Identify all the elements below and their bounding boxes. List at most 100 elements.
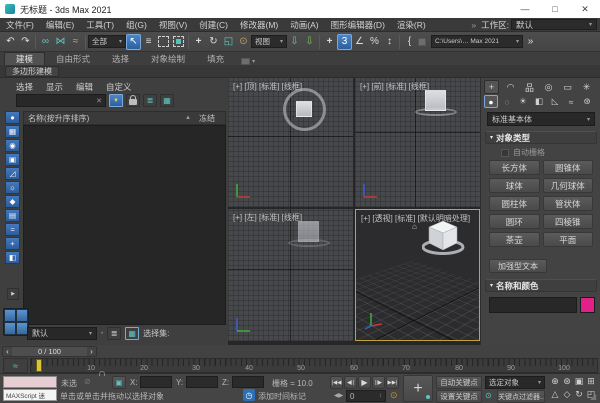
menu-rendering[interactable]: 渲染(R) [391,19,432,31]
explorer-filter-icon[interactable]: ≈ [5,223,20,236]
text-plus-button[interactable]: 加强型文本 [489,259,547,273]
tab-display-icon[interactable]: ▭ [560,80,575,94]
current-frame-field[interactable]: 0 ↕ [346,390,386,402]
viewport-left[interactable]: [+] [左] [标准] [线框] [228,209,353,341]
tab-hierarchy-icon[interactable]: 品 [522,80,537,94]
zoom-extents-icon[interactable]: ▣ [573,375,585,387]
time-tag-icon[interactable]: ◷ [243,389,255,401]
select-move-icon[interactable]: + [191,34,206,50]
sphere-button[interactable]: 球体 [489,178,540,193]
menu-edit[interactable]: 编辑(E) [40,19,80,31]
reference-coord-dropdown[interactable]: 视图 ▾ [251,35,287,48]
menu-modifiers[interactable]: 修改器(M) [234,19,284,31]
set-key-button[interactable]: 设置关键点 [436,390,482,403]
autogrid-checkbox[interactable]: 自动栅格 [501,147,545,158]
redo-icon[interactable]: ↷ [18,34,33,50]
viewport-front-label[interactable]: [+] [前] [标准] [线框] [360,81,429,92]
toolbar-overflow-icon[interactable]: » [523,34,538,50]
time-slider[interactable]: ‹ 0 / 100 › [2,346,97,357]
close-button[interactable]: ✕ [570,0,600,18]
set-keys-button[interactable]: + [403,375,433,402]
expand-tree-icon[interactable]: ≣ [143,94,157,107]
explorer-filter-icon[interactable]: + [5,237,20,250]
ribbon-tab-populate[interactable]: 填充 [196,52,235,65]
menu-file[interactable]: 文件(F) [0,19,40,31]
zoom-icon[interactable]: ⊕ [549,375,561,387]
polygon-modeling-panel[interactable]: 多边形建模 [5,66,59,77]
menu-create[interactable]: 创建(C) [193,19,234,31]
subtab-helpers-icon[interactable]: ◺ [548,95,562,108]
explorer-filter-icon[interactable]: ◧ [5,251,20,264]
ribbon-tab-object-paint[interactable]: 对象绘制 [140,52,196,65]
cylinder-button[interactable]: 圆柱体 [489,196,540,211]
snap-toggle-icon[interactable]: 3 [337,34,352,50]
explorer-filter-icon[interactable]: ◉ [5,139,20,152]
select-object-icon[interactable]: ↖ [126,34,141,50]
explorer-object-list[interactable] [23,125,226,325]
ribbon-tab-modeling[interactable]: 建模 [4,52,45,65]
menu-group[interactable]: 组(G) [120,19,153,31]
preset-dropdown[interactable]: 默认 ▾ [27,327,97,340]
pivot-point-icon[interactable]: ⊙ [236,34,251,50]
subtab-geometry-icon[interactable]: ● [484,95,498,108]
menu-animation[interactable]: 动画(A) [284,19,324,31]
subtab-cameras-icon[interactable]: ◧ [532,95,546,108]
object-color-swatch[interactable] [580,297,595,313]
select-place-icon[interactable]: + [322,34,337,50]
next-frame-icon[interactable]: ||▶ [372,376,385,389]
orbit-icon[interactable]: ↻ [573,388,585,400]
time-marker[interactable] [36,359,42,372]
maximize-button[interactable]: □ [540,0,570,18]
unlink-icon[interactable]: ⋈ [53,34,68,50]
rect-selection-region-icon[interactable] [158,36,169,47]
menu-views[interactable]: 视图(V) [153,19,193,31]
select-link-icon[interactable]: ∞ [38,34,53,50]
prev-frame-icon[interactable]: ‹ [3,347,12,356]
explorer-column-header[interactable]: 名称(按升序排序) ▲ 冻结 [23,111,226,125]
explorer-filter-icon[interactable]: ☼ [5,181,20,194]
maxscript-listener-input[interactable]: MAXScript 迷 [3,389,57,401]
object-name-input[interactable] [489,297,577,313]
angle-snap-icon[interactable]: ∠ [352,34,367,50]
torus-button[interactable]: 圆环 [489,214,540,229]
key-mode-icon[interactable]: ⊙ [390,390,398,401]
explorer-menu-display[interactable]: 显示 [46,81,63,93]
plane-button[interactable]: 平面 [543,232,594,247]
key-filter-icon[interactable]: ⊙ [485,391,492,400]
tube-button[interactable]: 管状体 [543,196,594,211]
key-target-dropdown[interactable]: 选定对象 ▾ [485,376,545,389]
collapse-tree-icon[interactable]: ▦ [160,94,174,107]
window-crossing-icon[interactable] [173,36,184,47]
field-of-view-icon[interactable]: △ [549,388,561,400]
object-type-rollout[interactable]: ▾ 对象类型 [485,131,597,144]
selection-filter-dropdown[interactable]: 全部 ▾ [88,35,126,48]
box-button[interactable]: 长方体 [489,160,540,175]
isolate-toggle-icon[interactable]: ≣ [107,327,121,340]
explorer-filter-icon[interactable]: ▦ [5,125,20,138]
absolute-offset-toggle-icon[interactable]: ▣ [112,376,126,389]
ribbon-config-icon[interactable]: ▾ [241,58,255,65]
explorer-menu-customize[interactable]: 自定义 [106,81,132,93]
viewport-top[interactable]: [+] [顶] [标准] [线框] [228,78,353,207]
minimize-button[interactable]: — [510,0,540,18]
viewcube-home-icon[interactable]: ⌂ [412,222,417,231]
tab-create-icon[interactable]: + [484,80,499,94]
menu-overflow-icon[interactable]: » [471,20,476,30]
search-clear-icon[interactable]: ✕ [96,97,102,105]
z-coordinate-field[interactable] [232,376,264,388]
go-to-start-icon[interactable]: |◀◀ [330,376,343,389]
zoom-all-icon[interactable]: ⊛ [561,375,573,387]
snap-pin-icon[interactable]: ⇩ [287,34,302,50]
geosphere-button[interactable]: 几何球体 [543,178,594,193]
lock-icon[interactable] [126,94,140,107]
project-folder-dropdown[interactable]: C:\Users\… Max 2021 ▾ [431,35,523,48]
search-input[interactable]: ✕ [16,94,106,107]
subtab-spacewarps-icon[interactable]: ≈ [564,95,578,108]
track-bar[interactable]: 10 20 30 40 50 60 70 80 90 100 [30,358,598,373]
viewcube-ring[interactable] [415,108,457,116]
explorer-filter-icon[interactable]: ▤ [5,209,20,222]
viewcube-icon[interactable] [296,101,312,117]
tab-utilities-icon[interactable]: ✳ [579,80,594,94]
subtab-systems-icon[interactable]: ⊛ [580,95,594,108]
named-selection-icon[interactable]: { [402,34,417,50]
